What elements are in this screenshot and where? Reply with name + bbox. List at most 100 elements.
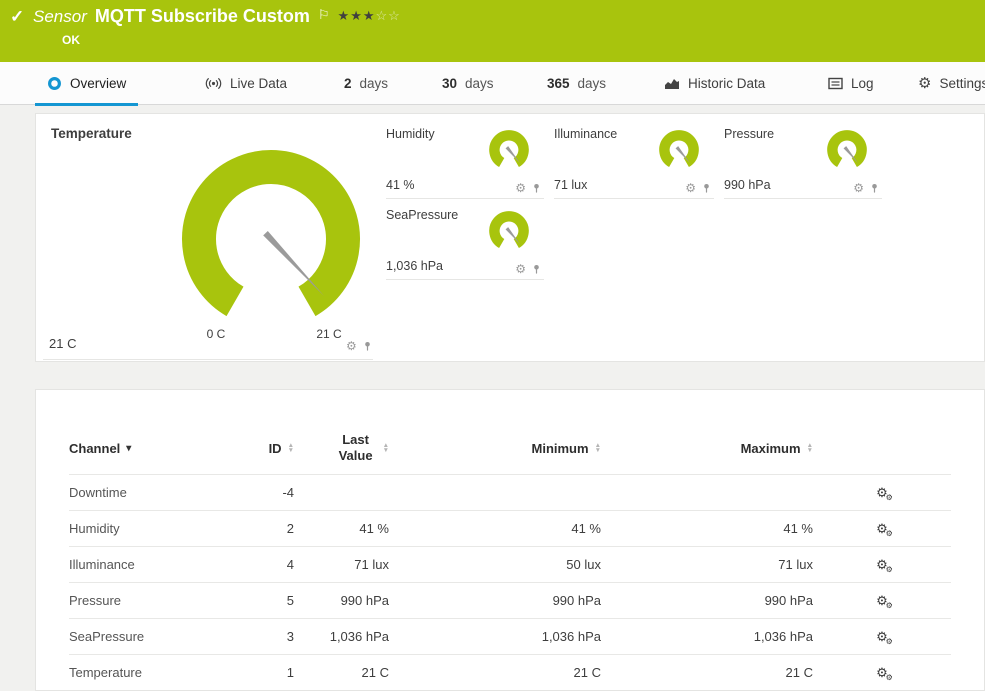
channel-minimum: 21 C [389, 665, 601, 680]
gear-icon[interactable]: ⚙ [346, 340, 357, 352]
mini-gauge-value: 990 hPa [724, 178, 771, 192]
table-row: Illuminance 4 71 lux 50 lux 71 lux ⚙⚙ [69, 546, 951, 582]
channel-maximum: 990 hPa [601, 593, 813, 608]
gear-icon[interactable]: ⚙ [685, 182, 696, 194]
channel-minimum: 50 lux [389, 557, 601, 572]
caret-down-icon: ▾ [126, 443, 131, 454]
pin-icon[interactable] [531, 264, 542, 275]
mini-gauge-actions: ⚙ [515, 263, 542, 275]
tab-365-days-number: 365 [547, 76, 570, 91]
table-row: SeaPressure 3 1,036 hPa 1,036 hPa 1,036 … [69, 618, 951, 654]
mini-gauge-title: SeaPressure [386, 208, 458, 222]
channel-id: 5 [234, 593, 294, 608]
channel-minimum: 41 % [389, 521, 601, 536]
flag-icon[interactable]: ⚐ [318, 6, 330, 23]
tab-log-label: Log [851, 76, 874, 91]
channel-maximum: 41 % [601, 521, 813, 536]
gear-icon[interactable]: ⚙ [515, 182, 526, 194]
pin-icon[interactable] [362, 341, 373, 352]
channel-settings-icon[interactable]: ⚙⚙ [876, 629, 888, 644]
channel-settings-icon[interactable]: ⚙⚙ [876, 593, 888, 608]
mini-gauge-actions: ⚙ [685, 182, 712, 194]
channel-name: Temperature [69, 665, 234, 680]
channel-settings-icon[interactable]: ⚙⚙ [876, 485, 888, 500]
channel-name: Illuminance [69, 557, 234, 572]
mini-gauge-title: Illuminance [554, 127, 617, 141]
gauges-panel: Temperature 0 C 21 C 21 C ⚙ Humidity 41 … [35, 113, 985, 362]
tab-settings[interactable]: ⚙ Settings [906, 62, 985, 105]
tab-settings-label: Settings [939, 76, 985, 91]
header-last-value[interactable]: Last Value ▲▼ [294, 432, 389, 464]
tab-live-data[interactable]: Live Data [193, 62, 299, 105]
stars-filled[interactable]: ★★★ [338, 8, 376, 23]
channel-settings-icon[interactable]: ⚙⚙ [876, 521, 888, 536]
pin-icon[interactable] [531, 183, 542, 194]
mini-gauge-actions: ⚙ [515, 182, 542, 194]
header-channel[interactable]: Channel ▾ [69, 441, 234, 456]
priority-stars[interactable]: ★★★☆☆ [338, 6, 401, 24]
broadcast-icon [205, 77, 222, 90]
sensor-header: ✓ Sensor MQTT Subscribe Custom ⚐ ★★★☆☆ O… [0, 0, 985, 62]
channel-settings-icon[interactable]: ⚙⚙ [876, 665, 888, 680]
tab-30-days-label: days [465, 76, 494, 91]
status-badge: OK [62, 33, 80, 47]
pressure-gauge [822, 127, 872, 177]
tab-2-days-label: days [360, 76, 389, 91]
channel-minimum: 990 hPa [389, 593, 601, 608]
header-channel-label: Channel [69, 441, 120, 456]
tab-30-days[interactable]: 30 days [430, 62, 506, 105]
tab-historic-data[interactable]: Historic Data [652, 62, 777, 105]
header-maximum[interactable]: Maximum ▲▼ [601, 441, 813, 456]
channels-table: Channel ▾ ID ▲▼ Last Value ▲▼ Minimum ▲▼… [69, 422, 951, 690]
mini-gauge-illuminance: Illuminance 71 lux ⚙ [554, 125, 714, 199]
header-last-value-label: Last Value [335, 432, 377, 464]
channel-last-value: 41 % [294, 521, 389, 536]
main-gauge-actions: ⚙ [346, 340, 373, 352]
tab-2-days-number: 2 [344, 76, 352, 91]
mini-gauge-title: Humidity [386, 127, 435, 141]
table-row: Temperature 1 21 C 21 C 21 C ⚙⚙ [69, 654, 951, 690]
tab-2-days[interactable]: 2 days [332, 62, 400, 105]
tab-365-days[interactable]: 365 days [535, 62, 618, 105]
main-gauge-title: Temperature [51, 126, 132, 141]
gear-icon[interactable]: ⚙ [515, 263, 526, 275]
header-id-label: ID [269, 441, 282, 456]
mini-gauge-seapressure: SeaPressure 1,036 hPa ⚙ [386, 206, 544, 280]
header-id[interactable]: ID ▲▼ [234, 441, 294, 456]
channel-id: 2 [234, 521, 294, 536]
channel-id: -4 [234, 485, 294, 500]
mini-gauge-actions: ⚙ [853, 182, 880, 194]
header-minimum[interactable]: Minimum ▲▼ [389, 441, 601, 456]
mini-gauge-value: 1,036 hPa [386, 259, 443, 273]
tab-bar: Overview Live Data 2 days 30 days 365 da… [0, 62, 985, 105]
illuminance-gauge [654, 127, 704, 177]
channel-last-value: 1,036 hPa [294, 629, 389, 644]
pin-icon[interactable] [869, 183, 880, 194]
tab-overview-label: Overview [70, 76, 126, 91]
table-row: Pressure 5 990 hPa 990 hPa 990 hPa ⚙⚙ [69, 582, 951, 618]
tab-log[interactable]: Log [816, 62, 886, 105]
channel-settings-icon[interactable]: ⚙⚙ [876, 557, 888, 572]
page-title: MQTT Subscribe Custom [95, 6, 310, 27]
object-kind-label: Sensor [33, 6, 87, 27]
tab-overview[interactable]: Overview [35, 62, 138, 105]
chart-icon [664, 77, 680, 90]
channel-name: SeaPressure [69, 629, 234, 644]
temperature-gauge [176, 144, 366, 334]
tab-historic-data-label: Historic Data [688, 76, 765, 91]
main-gauge-value: 21 C [49, 336, 76, 351]
gear-icon[interactable]: ⚙ [853, 182, 864, 194]
status-check-icon: ✓ [10, 7, 24, 27]
channel-id: 3 [234, 629, 294, 644]
title-row: Sensor MQTT Subscribe Custom ⚐ ★★★☆☆ [33, 6, 401, 27]
channel-last-value: 990 hPa [294, 593, 389, 608]
table-row: Humidity 2 41 % 41 % 41 % ⚙⚙ [69, 510, 951, 546]
stars-empty[interactable]: ☆☆ [376, 8, 401, 23]
pin-icon[interactable] [701, 183, 712, 194]
tab-live-data-label: Live Data [230, 76, 287, 91]
channel-name: Humidity [69, 521, 234, 536]
channel-minimum: 1,036 hPa [389, 629, 601, 644]
gauge-scale-min: 0 C [191, 327, 241, 341]
channel-last-value: 71 lux [294, 557, 389, 572]
table-header-row: Channel ▾ ID ▲▼ Last Value ▲▼ Minimum ▲▼… [69, 422, 951, 474]
